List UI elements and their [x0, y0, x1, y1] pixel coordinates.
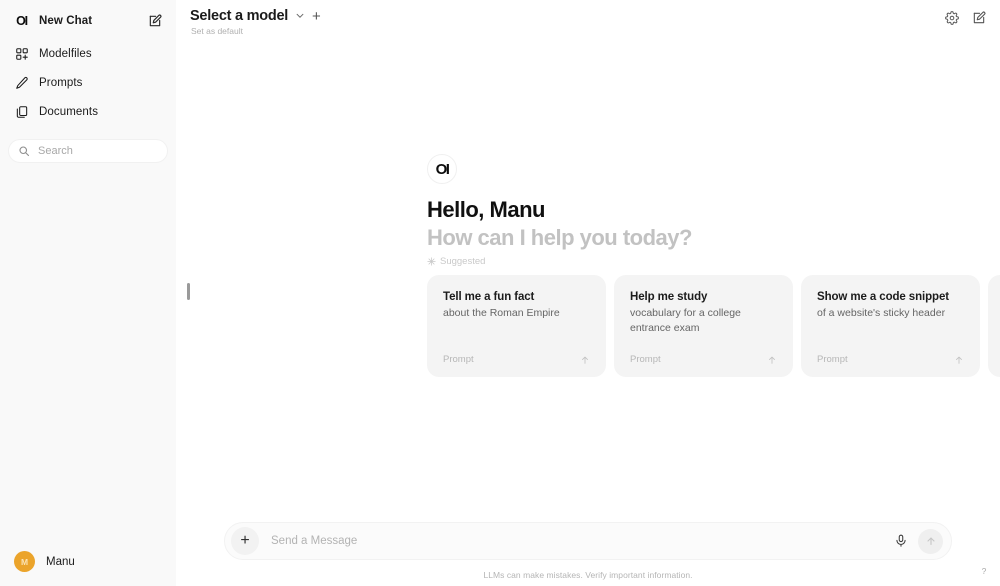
gear-icon[interactable] — [944, 10, 959, 25]
add-model-button[interactable]: + — [312, 9, 321, 24]
sidebar-nav: OI New Chat Modelfiles Prompts Documents — [0, 0, 176, 125]
sidebar: OI New Chat Modelfiles Prompts Documents… — [0, 0, 176, 586]
suggestion-cards-carousel[interactable]: Tell me a fun fact about the Roman Empir… — [427, 275, 1000, 377]
suggestion-card-footer-label: Prompt — [443, 354, 474, 365]
greeting-hello: Hello, Manu — [427, 197, 545, 222]
suggestion-card[interactable]: Overcome procrastination give me tips Pr… — [988, 275, 1000, 377]
app-logo-text: OI — [16, 13, 28, 28]
sidebar-item-label-prompts: Prompts — [39, 77, 83, 89]
suggestion-card-title: Help me study — [630, 291, 708, 303]
disclaimer-text: LLMs can make mistakes. Verify important… — [483, 570, 693, 580]
greeting-logo-text: OI — [435, 160, 450, 178]
suggestion-card-subtitle: vocabulary for a college entrance exam — [630, 306, 741, 335]
suggestion-card-footer: Prompt — [630, 354, 777, 365]
add-attachment-button[interactable]: + — [231, 527, 259, 555]
sidebar-item-modelfiles[interactable]: Modelfiles — [8, 41, 168, 67]
set-as-default-button[interactable]: Set as default — [191, 26, 321, 36]
send-button[interactable] — [918, 528, 943, 554]
arrow-up-icon — [954, 355, 964, 365]
arrow-up-icon — [767, 355, 777, 365]
arrow-up-icon — [580, 355, 590, 365]
suggestion-card-footer-label: Prompt — [817, 354, 848, 365]
sidebar-item-prompts[interactable]: Prompts — [8, 70, 168, 96]
topbar: Select a model + Set as default — [176, 0, 1000, 46]
app-logo-icon: OI — [14, 14, 29, 29]
search-icon — [18, 145, 30, 157]
search-input[interactable] — [38, 145, 158, 157]
avatar: M — [14, 551, 35, 572]
greeting-logo-icon: OI — [427, 154, 457, 184]
suggested-label: Suggested — [427, 256, 485, 267]
sidebar-item-label-documents: Documents — [39, 106, 99, 118]
composer-area: + LLMs can make mistakes. Verify importa… — [176, 510, 1000, 586]
suggestion-card[interactable]: Tell me a fun fact about the Roman Empir… — [427, 275, 606, 377]
user-name: Manu — [46, 555, 75, 568]
greeting-question: How can I help you today? — [427, 224, 692, 250]
suggestion-card-title: Show me a code snippet — [817, 291, 949, 303]
sidebar-search-wrap — [0, 133, 176, 163]
help-button[interactable]: ? — [977, 564, 991, 578]
modelfiles-icon — [14, 47, 29, 62]
suggestion-card-footer-label: Prompt — [630, 354, 661, 365]
suggestion-card[interactable]: Help me study vocabulary for a college e… — [614, 275, 793, 377]
sidebar-item-label-new-chat: New Chat — [39, 15, 93, 27]
pencil-icon — [14, 76, 29, 91]
suggestion-cards: Tell me a fun fact about the Roman Empir… — [427, 275, 1000, 377]
chevron-down-icon[interactable] — [295, 11, 305, 21]
model-selector-row: Select a model + — [190, 8, 321, 24]
sidebar-item-label-modelfiles: Modelfiles — [39, 48, 92, 60]
sidebar-item-new-chat[interactable]: OI New Chat — [8, 8, 168, 34]
documents-icon — [14, 105, 29, 120]
main-content: Select a model + Set as default OI Hello… — [176, 0, 1000, 586]
search-box[interactable] — [8, 139, 168, 163]
microphone-icon[interactable] — [894, 534, 908, 548]
topbar-actions — [944, 8, 986, 25]
message-composer[interactable]: + — [224, 522, 952, 560]
suggestion-card-footer: Prompt — [817, 354, 964, 365]
suggestion-card-subtitle: of a website's sticky header — [817, 306, 946, 319]
suggestion-card-title: Tell me a fun fact — [443, 291, 535, 303]
sidebar-item-documents[interactable]: Documents — [8, 99, 168, 125]
user-profile-button[interactable]: M Manu — [0, 541, 176, 586]
sidebar-items: Modelfiles Prompts Documents — [8, 41, 168, 125]
app-root: OI New Chat Modelfiles Prompts Documents… — [0, 0, 1000, 586]
model-selector-block: Select a model + Set as default — [190, 8, 321, 36]
greeting-block: OI Hello, Manu How can I help you today? — [427, 154, 692, 251]
sparkle-icon — [427, 257, 436, 266]
new-chat-compose-icon[interactable] — [148, 14, 162, 28]
suggested-label-text: Suggested — [440, 256, 486, 267]
suggestion-card-subtitle: about the Roman Empire — [443, 306, 560, 319]
suggestion-card[interactable]: Show me a code snippet of a website's st… — [801, 275, 980, 377]
model-selector-button[interactable]: Select a model — [190, 8, 288, 24]
compose-icon[interactable] — [971, 10, 986, 25]
message-input[interactable] — [259, 535, 894, 547]
sidebar-resize-handle[interactable] — [187, 283, 190, 300]
suggestion-card-footer: Prompt — [443, 354, 590, 365]
